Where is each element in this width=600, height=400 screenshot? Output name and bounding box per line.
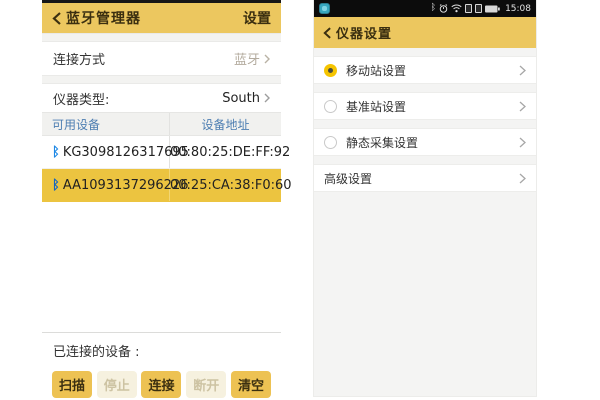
menu-item-label: 基准站设置 [346,98,406,115]
menu-item-static-collection-settings[interactable]: 静态采集设置 [314,128,536,156]
radio-selected-icon[interactable] [324,64,337,77]
connection-mode-row[interactable]: 连接方式 蓝牙 [42,42,281,75]
settings-menu: 移动站设置 基准站设置 静态采集设置 高级设置 [314,56,536,192]
alarm-clock-icon [439,4,448,13]
menu-item-label: 高级设置 [324,170,372,187]
instrument-type-value: South [222,91,260,106]
instrument-type-label: 仪器类型: [53,89,109,108]
instrument-settings-screen: ᛒ 15:08 仪器设置 移动站设置 基准站设置 静态采集设置 [313,0,537,397]
chevron-right-icon [519,137,526,148]
connection-mode-label: 连接方式 [53,49,105,68]
settings-button[interactable]: 设置 [243,8,271,28]
battery-icon [485,5,500,13]
menu-item-advanced-settings[interactable]: 高级设置 [314,164,536,192]
page-title: 仪器设置 [336,23,392,42]
stop-button[interactable]: 停止 [97,371,137,398]
radio-unselected-icon[interactable] [324,100,337,113]
back-button[interactable] [323,27,331,39]
clear-button[interactable]: 清空 [231,371,271,398]
back-chevron-icon [52,12,61,25]
connected-devices-label: 已连接的设备 : [42,337,281,364]
menu-item-rover-settings[interactable]: 移动站设置 [314,56,536,84]
device-table-header: 可用设备 设备地址 [42,112,281,136]
bluetooth-status-icon: ᛒ [431,4,436,13]
wifi-icon [451,4,462,13]
bluetooth-icon: ᛒ [52,145,60,160]
column-header-device-address: 设备地址 [170,113,281,135]
menu-item-label: 静态采集设置 [346,134,418,151]
action-button-bar: 扫描 停止 连接 断开 清空 [42,371,281,398]
connection-mode-value: 蓝牙 [234,49,260,68]
chevron-right-icon [519,173,526,184]
app-notification-icon [319,3,330,14]
disconnect-button[interactable]: 断开 [186,371,226,398]
back-button[interactable] [52,12,61,25]
device-address: 00:80:25:DE:FF:92 [170,136,290,168]
menu-item-label: 移动站设置 [346,62,406,79]
bluetooth-icon: ᛒ [52,178,60,193]
chevron-right-icon [264,54,270,64]
section-gap [42,75,281,84]
instrument-settings-header: 仪器设置 [314,17,536,48]
sim1-icon [465,4,472,13]
device-list-empty-area [42,202,281,332]
instrument-type-row[interactable]: 仪器类型: South [42,84,281,112]
chevron-right-icon [519,65,526,76]
connect-button[interactable]: 连接 [141,371,181,398]
chevron-right-icon [519,101,526,112]
device-address: 00:25:CA:38:F0:60 [170,169,292,201]
scan-button[interactable]: 扫描 [52,371,92,398]
bluetooth-manager-screen: 蓝牙管理器 设置 连接方式 蓝牙 仪器类型: South 可用设备 设备地址 ᛒ… [42,0,281,400]
menu-item-base-settings[interactable]: 基准站设置 [314,92,536,120]
column-header-available-devices: 可用设备 [42,113,170,135]
divider [42,332,281,333]
status-bar-clock: 15:08 [505,4,531,14]
sim2-icon [475,4,482,13]
section-gap [42,33,281,42]
radio-unselected-icon[interactable] [324,136,337,149]
status-bar: ᛒ 15:08 [314,0,536,17]
device-row-selected[interactable]: ᛒ AA1093137296226 00:25:CA:38:F0:60 [42,169,281,202]
back-chevron-icon [323,27,331,39]
page-title: 蓝牙管理器 [66,8,141,28]
chevron-right-icon [264,93,270,103]
bluetooth-manager-header: 蓝牙管理器 设置 [42,3,281,33]
device-row[interactable]: ᛒ KG3098126317695 00:80:25:DE:FF:92 [42,136,281,169]
